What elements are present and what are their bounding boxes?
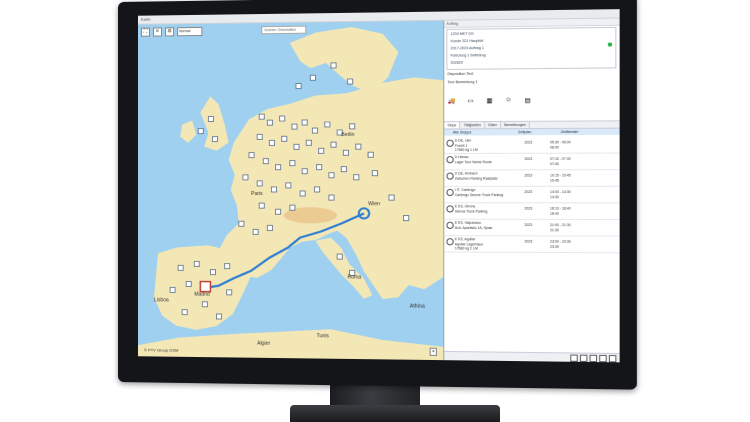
- order-panel: Auftrag 1234 MKT Ort Kunde 321 Hauptstr.…: [444, 18, 619, 362]
- map-label-algier: Algier: [257, 341, 270, 347]
- info-line: Kunde 321 Hauptstr.: [451, 39, 485, 43]
- info-line: 1234 MKT Ort: [451, 32, 474, 36]
- map-label-tunis: Tunis: [317, 333, 330, 339]
- stop-icon: [446, 156, 453, 163]
- route-end-marker: [200, 282, 210, 292]
- stops-header-row[interactable]: Alle Stopps Zeitplan Zeitfenster: [444, 129, 619, 136]
- status-indicator-icon: [608, 42, 612, 46]
- trailer-icon[interactable]: ▭: [466, 95, 474, 105]
- map-label-berlin: Berlin: [341, 132, 354, 138]
- filter-icon[interactable]: ⚙: [165, 27, 174, 36]
- app-window: Karte ⛶ ≡ ⚙ Normal Suchen Ortschaften Pa…: [138, 9, 620, 362]
- zoom-fit-icon[interactable]: ⛶: [141, 28, 150, 37]
- map-label-madrid: Madrid: [194, 292, 210, 298]
- tab-activities[interactable]: Tätigkeiten: [461, 122, 485, 128]
- settings-icon[interactable]: [599, 355, 607, 362]
- stop-row[interactable]: I IT, Carlengo Carlengo Secure Truck Par…: [444, 187, 619, 204]
- stop-row[interactable]: E ES, Valparaíso Avd. Apartado 1A, Spain…: [444, 220, 619, 237]
- map-canvas: Paris Madrid Roma Berlin Wien Lisboa Alg…: [138, 21, 443, 360]
- status-bar-icons: [570, 355, 616, 363]
- map-zoom-control[interactable]: +: [430, 348, 437, 356]
- disposition-text-label: Disposition Text: [447, 72, 473, 76]
- stops-list: D DE, Ulm Fracht 1 17680 kg 1 LM 2023 05…: [444, 137, 619, 253]
- header-col3: Zeitfenster: [561, 129, 579, 135]
- refresh-icon[interactable]: [590, 355, 598, 362]
- driver-icon[interactable]: ☺: [504, 95, 512, 105]
- stop-row[interactable]: D DE, Ambach Zwischen Parking Rastplatz …: [444, 170, 619, 187]
- map-label-athina: Athína: [410, 303, 425, 309]
- tab-notes[interactable]: Bemerkungen: [501, 122, 530, 128]
- stop-icon: [446, 205, 453, 212]
- monitor-stand-base: [290, 405, 500, 422]
- map-label-wien: Wien: [368, 201, 380, 207]
- monitor: Karte ⛶ ≡ ⚙ Normal Suchen Ortschaften Pa…: [118, 0, 637, 390]
- map-label-paris: Paris: [251, 191, 263, 197]
- order-info-box: 1234 MKT Ort Kunde 321 Hauptstr. 2017-20…: [446, 27, 616, 70]
- save-icon[interactable]: [580, 355, 587, 362]
- header-col2: Zeitplan: [518, 129, 531, 135]
- info-line: 2017-2023 Auftrag 1: [451, 46, 484, 50]
- action-icon-row: 🚚 ▭ ▦ ☺ ▤: [447, 95, 531, 106]
- map-label-roma: Roma: [347, 274, 361, 280]
- stop-row[interactable]: D DE, Ulm Fracht 1 17680 kg 1 LM 2023 05…: [444, 137, 619, 154]
- map-toolbar: ⛶ ≡ ⚙ Normal: [141, 27, 202, 37]
- tab-stops[interactable]: Stops: [444, 122, 460, 128]
- stop-icon: [446, 189, 453, 196]
- map-label-lisboa: Lisboa: [154, 297, 169, 303]
- map-copyright: © PTV Group OSM: [144, 347, 178, 352]
- panel-status-bar: [444, 351, 619, 362]
- stop-icon: [446, 173, 453, 180]
- tab-goods[interactable]: Güter: [485, 122, 501, 128]
- stop-icon: [446, 140, 453, 147]
- stop-icon: [446, 238, 453, 245]
- map-search-input[interactable]: Suchen Ortschaften: [261, 26, 306, 35]
- stop-row[interactable]: E ES, Aguilar Aguilar Lagerhaus 17680 kg…: [444, 236, 619, 253]
- truck-icon[interactable]: 🚚: [447, 96, 455, 106]
- info-line: 302829: [451, 61, 463, 65]
- map-view[interactable]: ⛶ ≡ ⚙ Normal Suchen Ortschaften Paris Ma…: [138, 21, 444, 360]
- info-line: Fahrzeug 1 Sattelzug: [451, 53, 486, 57]
- document-icon[interactable]: ▤: [523, 95, 531, 105]
- stop-row[interactable]: D Hanau Lager Tour Name Route 2023 07:10…: [444, 154, 619, 171]
- layers-icon[interactable]: ≡: [153, 27, 162, 36]
- export-icon[interactable]: [609, 355, 617, 362]
- map-view-select[interactable]: Normal: [177, 27, 202, 36]
- stop-icon: [446, 222, 453, 229]
- pallet-icon[interactable]: ▦: [485, 95, 493, 105]
- print-icon[interactable]: [570, 355, 577, 362]
- tour-remark-label: Tour Bemerkung 1: [447, 80, 477, 84]
- stop-row[interactable]: E ES, Girona Girona Truck Parking 2023 1…: [444, 203, 619, 220]
- header-col1: Alle Stopps: [453, 129, 472, 135]
